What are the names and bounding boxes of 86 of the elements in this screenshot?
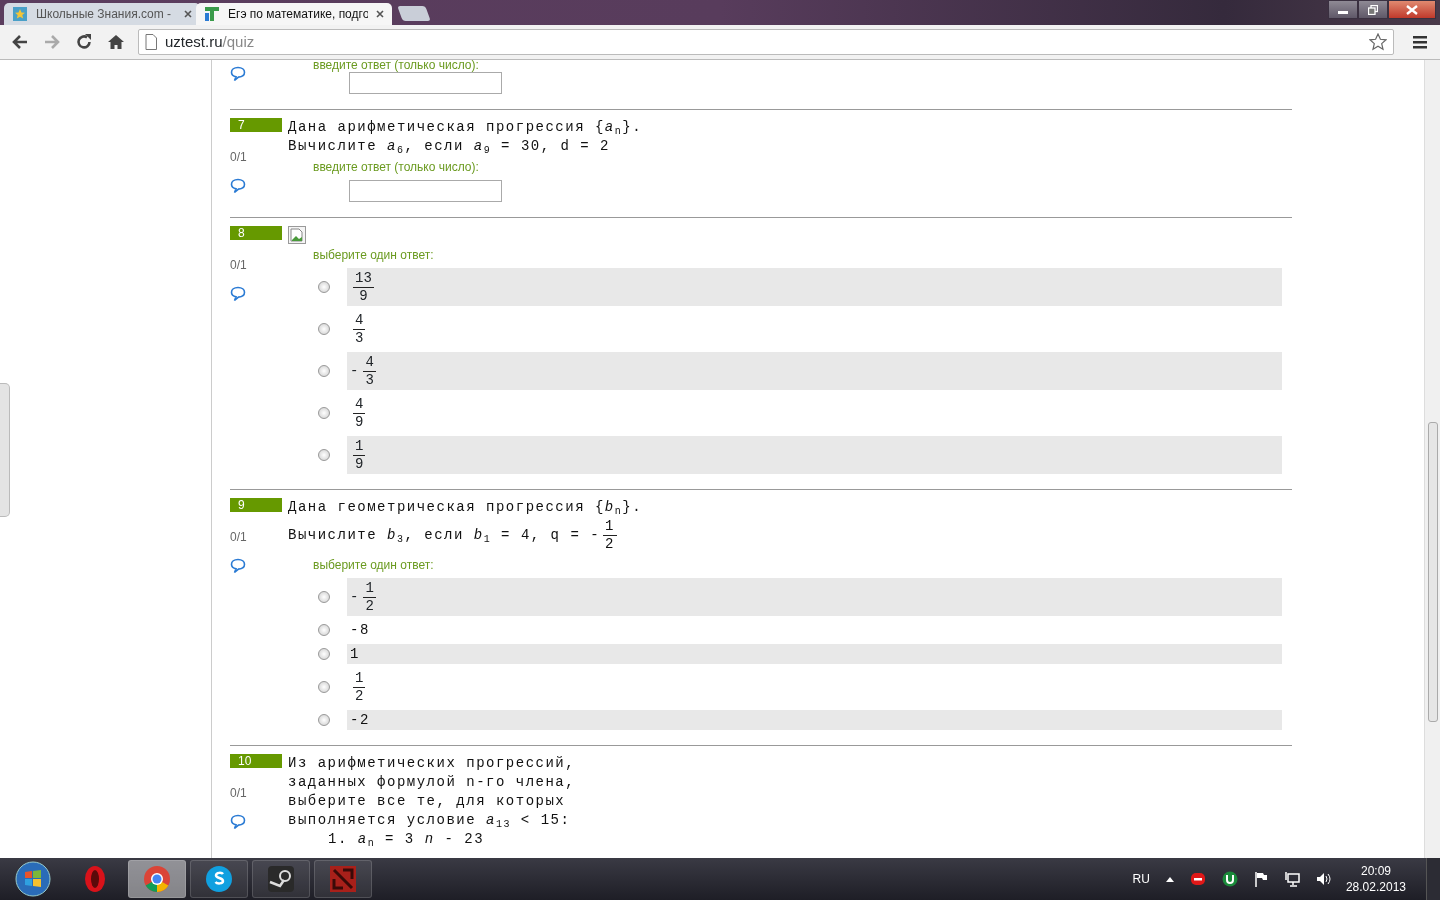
back-icon [11,33,29,51]
volume-icon[interactable] [1315,871,1332,887]
fraction: 13 9 [352,268,375,306]
taskbar-app[interactable] [190,860,248,898]
scrollbar[interactable] [1424,60,1440,858]
home-icon [107,33,125,51]
radio-button[interactable] [318,281,330,293]
radio-button[interactable] [318,449,330,461]
status-icon[interactable] [1189,872,1206,886]
reload-icon [75,33,93,51]
comment-icon[interactable] [230,558,246,574]
answer-field[interactable] [349,72,502,94]
score-text: 0/1 [230,150,248,164]
fraction: 4 3 [362,352,377,390]
chat-app-icon [205,865,233,893]
minus-sign: - [350,361,359,381]
fraction: 1 2 [362,578,377,616]
question-text: 1. a$_{n}$ = 3 n - 23 [327,830,486,849]
radio-button[interactable] [318,407,330,419]
clock[interactable]: 20:09 28.02.2013 [1345,863,1406,895]
radio-button[interactable] [318,591,330,603]
comment-icon[interactable] [230,66,246,82]
language-indicator[interactable]: RU [1132,870,1150,888]
answer-hint: выберите один ответ: [312,558,435,572]
radio-button[interactable] [318,365,330,377]
question-text: выберите все те, для которых [288,792,567,811]
forward-icon [43,33,61,51]
comment-icon[interactable] [230,286,246,302]
radio-button[interactable] [318,714,330,726]
answer-hint: введите ответ (только число): [312,60,480,72]
tab-title: Школьные Знания.com - [36,6,173,23]
chevron-up-icon[interactable] [1165,876,1174,882]
option-text: 1 [350,644,360,664]
question-number: 7 [230,118,282,132]
question-number: 10 [230,754,282,768]
minimize-button[interactable] [1328,0,1358,19]
maximize-button[interactable] [1358,0,1388,19]
question-number: 9 [230,498,282,512]
answer-field[interactable] [349,180,502,202]
browser-tab[interactable]: Егэ по математике, подго [196,3,392,25]
browser-icon [143,865,171,893]
fraction: 1 2 [352,668,367,706]
question-text: Дана арифметическая прогрессия {a$_{n}$}. [288,118,644,137]
answer-hint: введите ответ (только число): [312,160,480,174]
game-icon [329,865,357,893]
close-icon [1406,4,1418,15]
tab-title: Егэ по математике, подго [228,6,368,23]
question-text: Из арифметических прогрессий, [288,754,577,773]
option-text: -2 [350,710,370,730]
question-text: Вычислите a$_{6}$, если a$_{9}$ = 30, d = 2 [288,137,611,156]
comment-icon[interactable] [230,814,246,830]
flag-icon[interactable] [1253,871,1268,887]
close-icon[interactable] [184,10,192,18]
score-text: 0/1 [230,530,248,544]
new-tab-button[interactable] [397,6,431,21]
radio-button[interactable] [318,681,330,693]
game-launcher-icon [267,865,295,893]
windows-orb-icon [14,860,52,898]
menu-icon [1413,35,1427,49]
close-button[interactable] [1388,0,1436,19]
question-number: 8 [230,226,282,240]
torrent-icon[interactable] [1221,871,1238,887]
radio-button[interactable] [318,624,330,636]
question-text: Дана геометрическая прогрессия {b$_{n}$}. [288,498,644,517]
fraction: 1 2 [602,517,618,554]
comment-icon[interactable] [230,178,246,194]
question-text: заданных формулой n-го члена, [288,773,577,792]
fraction: 1 9 [352,436,367,474]
radio-button[interactable] [318,323,330,335]
network-icon[interactable] [1283,871,1300,887]
favicon-icon [12,6,28,22]
restore-icon [1368,4,1378,15]
option-text: -8 [350,620,370,640]
score-text: 0/1 [230,786,248,800]
radio-button[interactable] [318,648,330,660]
scrollbar-thumb[interactable] [1427,422,1438,722]
question-text: выполняется условие a$_{13}$ < 15: [288,811,572,830]
score-text: 0/1 [230,258,248,272]
favicon-icon [204,6,220,22]
answer-hint: выберите один ответ: [312,248,435,262]
fraction: 4 9 [352,394,367,432]
minus-sign: - [350,587,359,607]
taskbar-app[interactable] [252,860,310,898]
fraction: 4 3 [352,310,367,348]
side-panel-handle[interactable] [0,383,10,517]
close-icon[interactable] [376,10,384,18]
